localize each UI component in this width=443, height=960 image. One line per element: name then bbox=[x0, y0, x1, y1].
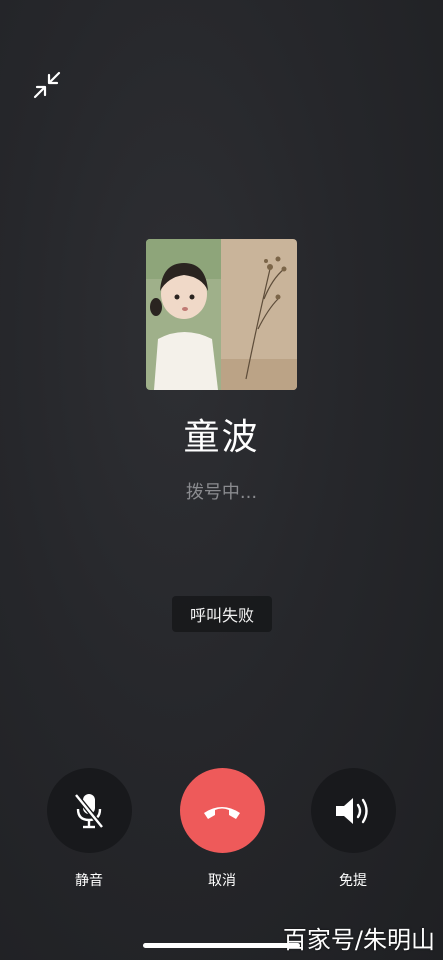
cancel-control: 取消 bbox=[177, 768, 267, 890]
speaker-control: 免提 bbox=[308, 768, 398, 890]
microphone-off-icon bbox=[74, 792, 104, 829]
minimize-call-button[interactable] bbox=[28, 66, 66, 104]
mute-button[interactable] bbox=[46, 768, 132, 853]
home-indicator[interactable] bbox=[143, 943, 300, 948]
speaker-icon bbox=[336, 797, 368, 824]
minimize-arrows-icon bbox=[33, 71, 61, 99]
mute-label: 静音 bbox=[75, 873, 103, 889]
caller-avatar bbox=[146, 239, 297, 390]
watermark: 百家号/朱明山 bbox=[282, 926, 435, 954]
speaker-button[interactable] bbox=[310, 768, 396, 853]
speaker-label: 免提 bbox=[339, 873, 367, 889]
caller-name: 童波 bbox=[183, 417, 260, 458]
mute-control: 静音 bbox=[44, 768, 134, 890]
cancel-label: 取消 bbox=[208, 873, 236, 889]
hangup-button[interactable] bbox=[179, 768, 265, 853]
call-status: 拨号中... bbox=[185, 482, 258, 503]
phone-hangup-icon bbox=[204, 806, 240, 819]
call-failed-toast: 呼叫失败 bbox=[172, 596, 272, 632]
